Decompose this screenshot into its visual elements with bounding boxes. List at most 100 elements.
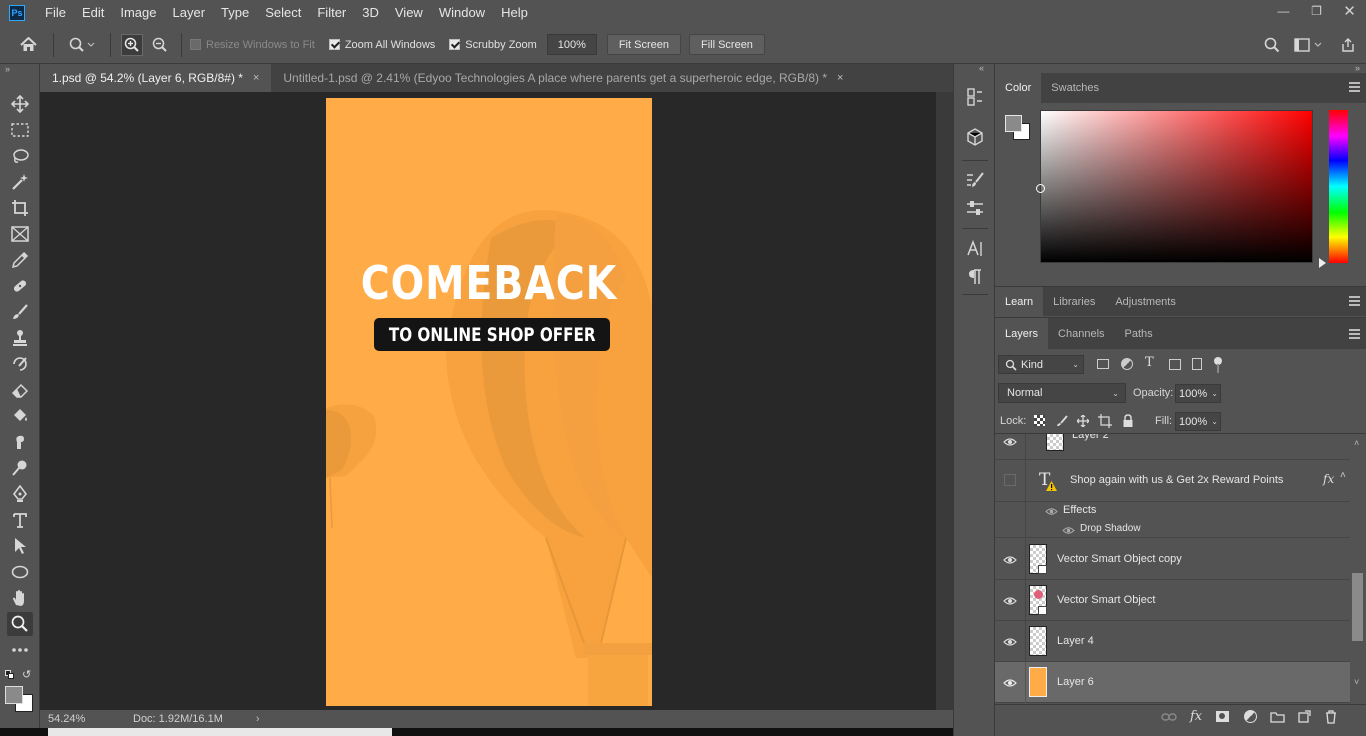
visibility-eye-icon[interactable]	[1003, 437, 1017, 447]
menu-help[interactable]: Help	[493, 0, 536, 26]
close-tab-icon[interactable]: ×	[837, 72, 843, 84]
zoom-level-field[interactable]: 54.24%	[48, 713, 122, 725]
menu-3d[interactable]: 3D	[354, 0, 387, 26]
menu-layer[interactable]: Layer	[165, 0, 214, 26]
paragraph-panel-icon[interactable]	[964, 266, 986, 288]
scrubby-zoom-checkbox[interactable]: Scrubby Zoom	[449, 39, 537, 51]
collapse-right-panels-icon[interactable]: »	[1355, 63, 1360, 73]
workspace-icon[interactable]	[1292, 35, 1326, 55]
resize-windows-checkbox[interactable]: Resize Windows to Fit	[190, 39, 315, 51]
filter-type-layers-icon[interactable]: T	[1145, 355, 1154, 370]
visibility-eye-icon[interactable]	[1003, 637, 1017, 647]
chevron-down-icon[interactable]: ⌄	[1211, 389, 1218, 398]
add-layer-style-icon[interactable]: fx	[1190, 709, 1202, 724]
healing-brush-tool-icon[interactable]	[7, 274, 33, 298]
restore-icon[interactable]: ❐	[1300, 0, 1333, 22]
collapse-panels-icon[interactable]: «	[979, 63, 984, 73]
fill-field[interactable]: 100% ⌄	[1175, 412, 1221, 431]
hue-slider[interactable]	[1329, 110, 1348, 263]
opacity-field[interactable]: 100% ⌄	[1175, 384, 1221, 403]
layers-scrollbar[interactable]: ˄ ˅	[1350, 434, 1366, 704]
type-tool-icon[interactable]	[7, 508, 33, 532]
hue-slider-marker-icon[interactable]	[1319, 258, 1326, 268]
3d-panel-icon[interactable]	[964, 126, 986, 148]
zoom-tool-preset-icon[interactable]	[64, 32, 100, 58]
move-tool-icon[interactable]	[7, 92, 33, 116]
search-icon[interactable]	[1262, 35, 1282, 55]
lasso-tool-icon[interactable]	[7, 144, 33, 168]
lock-artboard-icon[interactable]	[1098, 414, 1112, 428]
chevron-down-icon[interactable]: ⌄	[1211, 417, 1218, 426]
menu-view[interactable]: View	[387, 0, 431, 26]
zoom-percent-field[interactable]: 100%	[546, 34, 597, 55]
color-panel-foreground-swatch[interactable]	[1005, 115, 1022, 132]
drop-shadow-visibility-eye-icon[interactable]	[1062, 526, 1075, 535]
collapse-effects-icon[interactable]: ˄	[1340, 470, 1346, 481]
history-panel-icon[interactable]	[964, 86, 986, 108]
tab-swatches[interactable]: Swatches	[1041, 73, 1109, 103]
new-adjustment-layer-icon[interactable]	[1244, 710, 1257, 723]
zoom-all-windows-checkbox[interactable]: Zoom All Windows	[328, 39, 435, 51]
layer-row-layer-6[interactable]: Layer 6	[995, 662, 1350, 703]
tab-untitled-1-psd[interactable]: Untitled-1.psd @ 2.41% (Edyoo Technologi…	[271, 64, 856, 92]
visibility-toggle-empty[interactable]	[1004, 474, 1016, 486]
menu-type[interactable]: Type	[213, 0, 257, 26]
visibility-eye-icon[interactable]	[1003, 555, 1017, 565]
layer-row-layer-4[interactable]: Layer 4	[995, 621, 1350, 662]
menu-filter[interactable]: Filter	[309, 0, 354, 26]
artboard[interactable]: COMEBACK TO ONLINE SHOP OFFER	[326, 98, 652, 706]
marquee-tool-icon[interactable]	[7, 118, 33, 142]
eyedropper-tool-icon[interactable]	[7, 248, 33, 272]
properties-panel-icon[interactable]	[964, 197, 986, 219]
filter-pixel-layers-icon[interactable]	[1097, 359, 1109, 369]
status-menu-chevron-icon[interactable]: ›	[256, 713, 260, 725]
layers-scrollbar-thumb[interactable]	[1352, 573, 1363, 641]
filter-smart-objects-icon[interactable]	[1192, 358, 1202, 370]
crop-tool-icon[interactable]	[7, 196, 33, 220]
history-brush-tool-icon[interactable]	[7, 352, 33, 376]
dodge-tool-icon[interactable]	[7, 456, 33, 480]
minimize-icon[interactable]: —	[1267, 0, 1300, 22]
magic-wand-tool-icon[interactable]	[7, 170, 33, 194]
add-mask-icon[interactable]	[1216, 711, 1229, 722]
canvas-vertical-scrollbar[interactable]	[936, 92, 953, 710]
close-icon[interactable]: ✕	[1333, 0, 1366, 22]
smudge-tool-icon[interactable]	[7, 430, 33, 454]
layer-filter-kind-dropdown[interactable]: Kind ⌄	[998, 355, 1084, 374]
visibility-eye-icon[interactable]	[1003, 678, 1017, 688]
brush-tool-icon[interactable]	[7, 300, 33, 324]
menu-window[interactable]: Window	[431, 0, 493, 26]
paint-bucket-tool-icon[interactable]	[7, 404, 33, 428]
menu-file[interactable]: File	[37, 0, 74, 26]
more-tools-icon[interactable]	[7, 638, 33, 662]
menu-image[interactable]: Image	[112, 0, 164, 26]
layer-row-text-layer[interactable]: T Shop again with us & Get 2x Reward Poi…	[995, 460, 1350, 502]
fill-screen-button[interactable]: Fill Screen	[688, 34, 765, 55]
new-layer-icon[interactable]	[1298, 710, 1311, 723]
learn-panel-menu-icon[interactable]	[1349, 296, 1360, 306]
blend-mode-dropdown[interactable]: Normal ⌄	[998, 383, 1126, 403]
effects-row[interactable]: Effects	[995, 502, 1350, 537]
menu-edit[interactable]: Edit	[74, 0, 112, 26]
close-tab-icon[interactable]: ×	[253, 72, 259, 84]
fit-screen-button[interactable]: Fit Screen	[606, 34, 681, 55]
foreground-color-swatch[interactable]	[5, 686, 23, 704]
eraser-tool-icon[interactable]	[7, 378, 33, 402]
canvas-area[interactable]: COMEBACK TO ONLINE SHOP OFFER	[40, 92, 936, 710]
tab-1-psd[interactable]: 1.psd @ 54.2% (Layer 6, RGB/8#) * ×	[40, 64, 272, 92]
home-icon[interactable]	[15, 32, 41, 58]
collapse-toolbar-icon[interactable]: »	[5, 64, 10, 74]
tab-adjustments[interactable]: Adjustments	[1105, 287, 1186, 317]
frame-tool-icon[interactable]	[7, 222, 33, 246]
tab-learn[interactable]: Learn	[995, 287, 1044, 317]
filter-adjustment-layers-icon[interactable]	[1121, 358, 1133, 370]
share-icon[interactable]	[1338, 35, 1358, 55]
effects-visibility-eye-icon[interactable]	[1045, 507, 1058, 516]
lock-position-icon[interactable]	[1077, 415, 1089, 427]
lock-image-pixels-icon[interactable]	[1056, 415, 1068, 427]
tab-color[interactable]: Color	[995, 73, 1042, 103]
layer-row-vector-smart-object-copy[interactable]: Vector Smart Object copy	[995, 539, 1350, 580]
tab-paths[interactable]: Paths	[1115, 318, 1163, 350]
scroll-down-icon[interactable]: ˅	[1354, 677, 1359, 687]
swap-colors-icon[interactable]: ↺	[22, 668, 31, 681]
